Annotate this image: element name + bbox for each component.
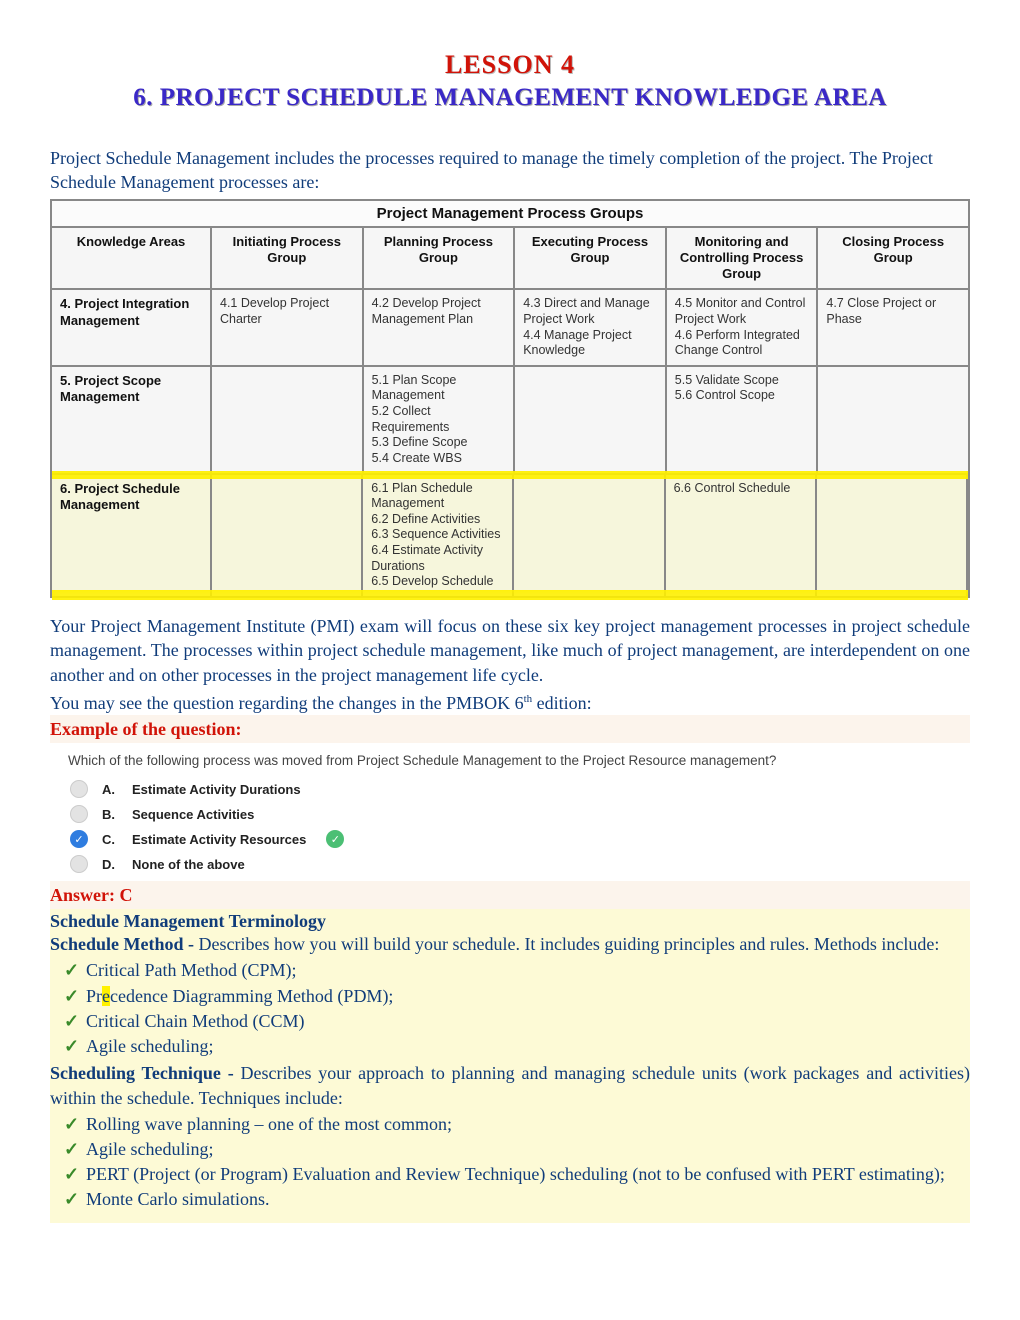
question-options: A. Estimate Activity Durations B. Sequence … — [70, 780, 970, 873]
option-text: None of the above — [132, 857, 245, 872]
table-row: 6. Project Schedule Management 6.1 Plan S… — [52, 475, 968, 596]
option-letter: A. — [102, 782, 118, 797]
process-cell: 4.3 Direct and Manage Project Work 4.4 M… — [515, 290, 667, 365]
col-monitoring: Monitoring and Controlling Process Group — [667, 228, 819, 289]
answer-label: Answer: C — [50, 885, 133, 905]
table-header-row: Knowledge Areas Initiating Process Group… — [52, 228, 968, 291]
highlight-char: e — [102, 986, 110, 1006]
process-cell: 6.1 Plan Schedule Management 6.2 Define … — [363, 475, 514, 596]
knowledge-area-cell: 6. Project Schedule Management — [52, 475, 212, 596]
schedule-method-paragraph: Schedule Method - Describes how you will… — [50, 932, 970, 956]
radio-empty-icon[interactable] — [70, 805, 88, 823]
option-letter: B. — [102, 807, 118, 822]
option-row[interactable]: ✓ C. Estimate Activity Resources ✓ — [70, 830, 970, 848]
list-item: Critical Path Method (CPM); — [64, 958, 970, 983]
process-cell: 4.2 Develop Project Management Plan — [364, 290, 516, 365]
option-text: Sequence Activities — [132, 807, 254, 822]
process-cell — [212, 367, 364, 473]
table-row: 4. Project Integration Management4.1 Dev… — [52, 290, 968, 367]
exam-focus-paragraph: Your Project Management Institute (PMI) … — [50, 614, 970, 687]
scheduling-technique-paragraph: Scheduling Technique - Describes your ap… — [50, 1061, 970, 1110]
option-letter: C. — [102, 832, 118, 847]
process-cell — [514, 475, 665, 596]
terminology-heading: Schedule Management Terminology — [50, 911, 970, 932]
list-item: Precedence Diagramming Method (PDM); — [64, 984, 970, 1009]
process-groups-table: Project Management Process Groups Knowle… — [50, 199, 970, 598]
col-planning: Planning Process Group — [364, 228, 516, 289]
table-row: 5. Project Scope Management 5.1 Plan Scop… — [52, 367, 968, 475]
process-cell — [818, 367, 968, 473]
lesson-number-title: LESSON 4 — [50, 50, 970, 80]
col-closing: Closing Process Group — [818, 228, 968, 289]
terminology-block: Schedule Management Terminology Schedule… — [50, 909, 970, 1222]
scheduling-technique-list: Rolling wave planning – one of the most … — [64, 1112, 970, 1213]
process-cell — [515, 367, 667, 473]
process-cell: 4.1 Develop Project Charter — [212, 290, 364, 365]
process-cell: 5.1 Plan Scope Management 5.2 Collect Re… — [364, 367, 516, 473]
table-caption: Project Management Process Groups — [52, 201, 968, 228]
process-cell: 4.7 Close Project or Phase — [818, 290, 968, 365]
knowledge-area-cell: 4. Project Integration Management — [52, 290, 212, 365]
pmbok-edition-line: You may see the question regarding the c… — [50, 691, 970, 715]
option-text: Estimate Activity Resources — [132, 832, 306, 847]
option-text: Estimate Activity Durations — [132, 782, 301, 797]
intro-paragraph: Project Schedule Management includes the… — [50, 146, 970, 195]
list-item: Agile scheduling; — [64, 1137, 970, 1162]
section-title: 6. PROJECT SCHEDULE MANAGEMENT KNOWLEDGE… — [50, 84, 970, 112]
process-cell: 6.6 Control Schedule — [666, 475, 817, 596]
answer-band: Answer: C — [50, 881, 970, 909]
option-row[interactable]: D. None of the above — [70, 855, 970, 873]
radio-empty-icon[interactable] — [70, 855, 88, 873]
list-item: Rolling wave planning – one of the most … — [64, 1112, 970, 1137]
list-item: Monte Carlo simulations. — [64, 1187, 970, 1212]
radio-checked-icon[interactable]: ✓ — [70, 830, 88, 848]
question-text: Which of the following process was moved… — [68, 753, 970, 768]
schedule-method-list: Critical Path Method (CPM);Precedence Di… — [64, 958, 970, 1059]
example-question-label-band: Example of the question: — [50, 715, 970, 743]
process-cell: 4.5 Monitor and Control Project Work 4.6… — [667, 290, 819, 365]
process-cell: 5.5 Validate Scope 5.6 Control Scope — [667, 367, 819, 473]
list-item: Agile scheduling; — [64, 1034, 970, 1059]
col-executing: Executing Process Group — [515, 228, 667, 289]
process-cell — [212, 475, 363, 596]
radio-empty-icon[interactable] — [70, 780, 88, 798]
example-label: Example of the question: — [50, 719, 242, 739]
knowledge-area-cell: 5. Project Scope Management — [52, 367, 212, 473]
process-cell — [817, 475, 968, 596]
knowledge-areas-header: Knowledge Areas — [52, 228, 212, 289]
correct-badge-icon: ✓ — [326, 830, 344, 848]
option-row[interactable]: A. Estimate Activity Durations — [70, 780, 970, 798]
option-letter: D. — [102, 857, 118, 872]
list-item: PERT (Project (or Program) Evaluation an… — [64, 1162, 970, 1187]
list-item: Critical Chain Method (CCM) — [64, 1009, 970, 1034]
option-row[interactable]: B. Sequence Activities — [70, 805, 970, 823]
col-initiating: Initiating Process Group — [212, 228, 364, 289]
